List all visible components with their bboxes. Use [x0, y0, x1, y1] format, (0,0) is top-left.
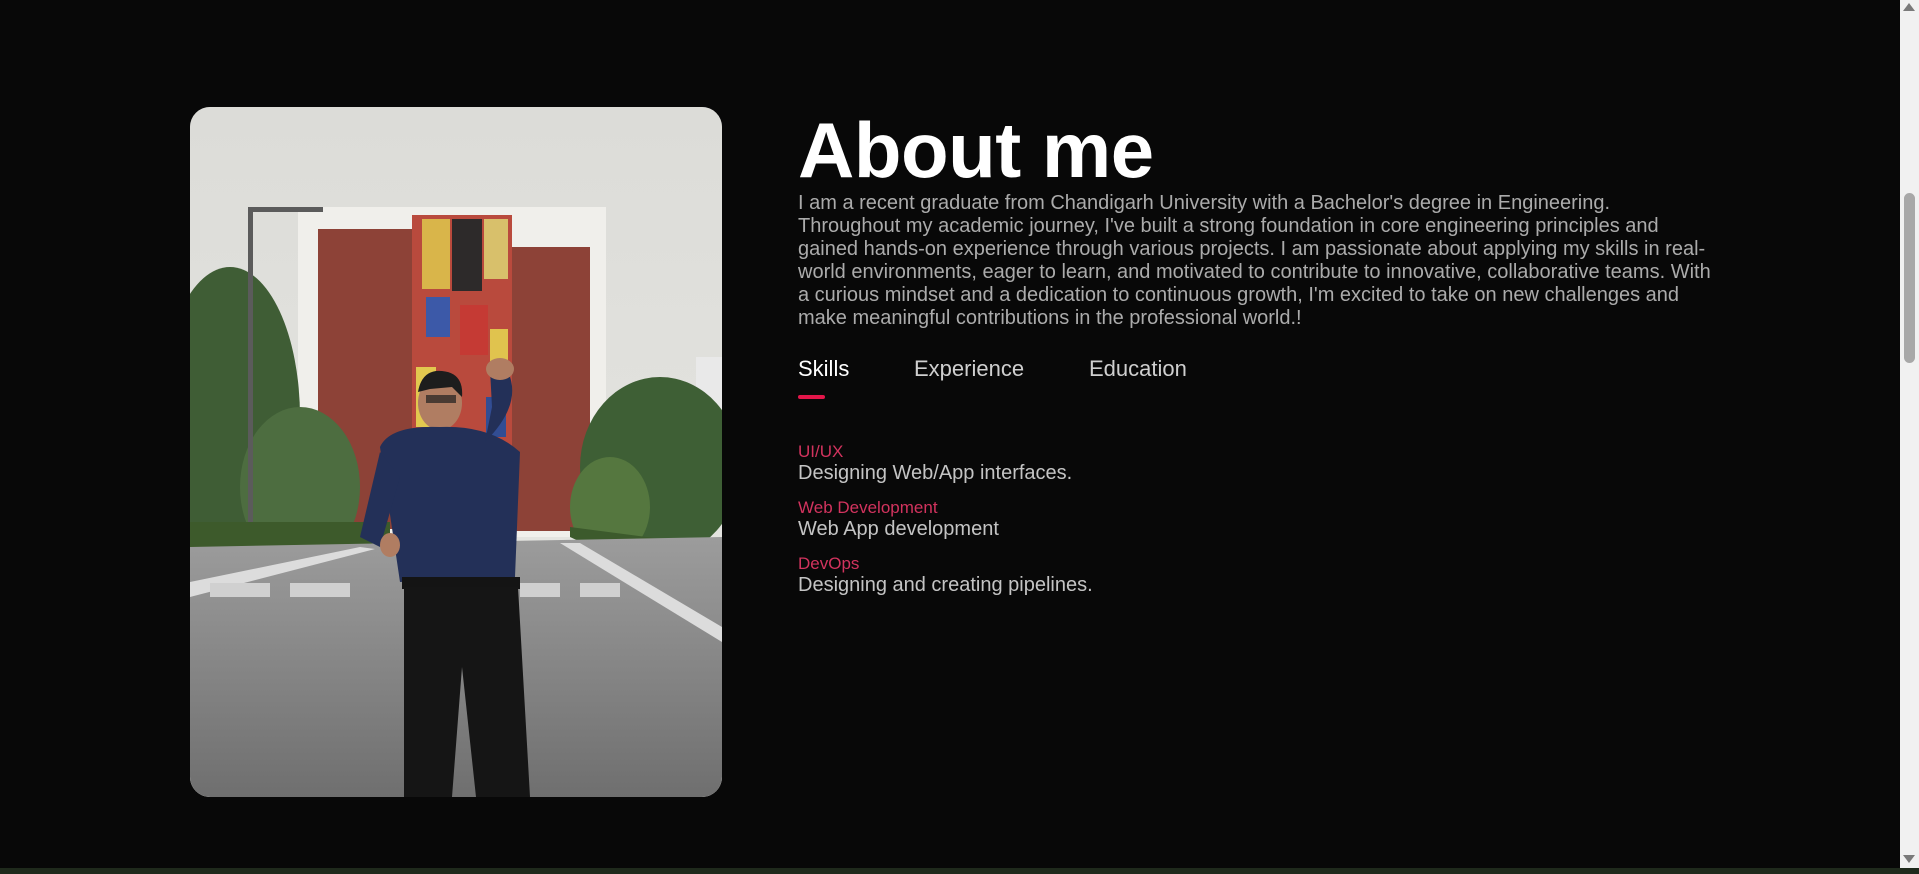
about-section: About me I am a recent graduate from Cha…	[0, 0, 1900, 868]
scroll-up-arrow-icon[interactable]	[1903, 3, 1915, 11]
skill-name: Web Development	[798, 498, 938, 517]
list-item: DevOps Designing and creating pipelines.	[798, 554, 1718, 597]
page-title: About me	[798, 106, 1154, 194]
vertical-scrollbar[interactable]	[1900, 0, 1919, 868]
tab-bar: Skills Experience Education	[798, 354, 1718, 402]
skill-name: UI/UX	[798, 442, 844, 461]
skill-description: Designing and creating pipelines.	[798, 574, 1093, 596]
skill-description: Designing Web/App interfaces.	[798, 462, 1073, 484]
about-bio: I am a recent graduate from Chandigarh U…	[798, 192, 1711, 329]
page: About me I am a recent graduate from Cha…	[0, 0, 1919, 874]
tab-education[interactable]: Education	[1089, 354, 1187, 384]
profile-photo	[190, 107, 722, 797]
tab-skills[interactable]: Skills	[798, 354, 849, 384]
about-content: About me I am a recent graduate from Cha…	[798, 108, 1718, 610]
list-item: UI/UX Designing Web/App interfaces.	[798, 442, 1718, 485]
tab-experience[interactable]: Experience	[914, 354, 1024, 384]
active-tab-underline	[798, 395, 825, 399]
bottom-edge	[0, 868, 1919, 874]
list-item: Web Development Web App development	[798, 498, 1718, 541]
skill-list: UI/UX Designing Web/App interfaces. Web …	[798, 442, 1718, 597]
skill-name: DevOps	[798, 554, 860, 573]
scroll-down-arrow-icon[interactable]	[1903, 855, 1915, 863]
skill-description: Web App development	[798, 518, 999, 540]
scroll-thumb[interactable]	[1904, 193, 1915, 363]
